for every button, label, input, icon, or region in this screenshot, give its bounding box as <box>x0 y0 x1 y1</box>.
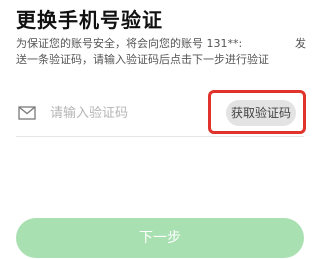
page-title: 更换手机号验证 <box>16 8 163 32</box>
description-line-1-end: 发 <box>295 37 306 50</box>
description-line-2: 送一条验证码，请输入验证码后点击下一步进行验证 <box>16 53 269 66</box>
mail-icon <box>18 105 36 120</box>
description-line-1: 为保证您的账号安全，将会向您的账号 131**: 发 <box>16 36 306 52</box>
change-phone-verify-page: 更换手机号验证 为保证您的账号安全，将会向您的账号 131**: 发 送一条验证… <box>0 0 320 259</box>
verification-code-input[interactable] <box>50 101 200 125</box>
description-text: 为保证您的账号安全，将会向您的账号 131**: 发 送一条验证码，请输入验证码… <box>16 36 306 68</box>
next-step-button[interactable]: 下一步 <box>16 218 304 258</box>
description-line-1-main: 为保证您的账号安全，将会向您的账号 131**: <box>16 37 243 50</box>
get-code-button[interactable]: 获取验证码 <box>226 100 296 126</box>
